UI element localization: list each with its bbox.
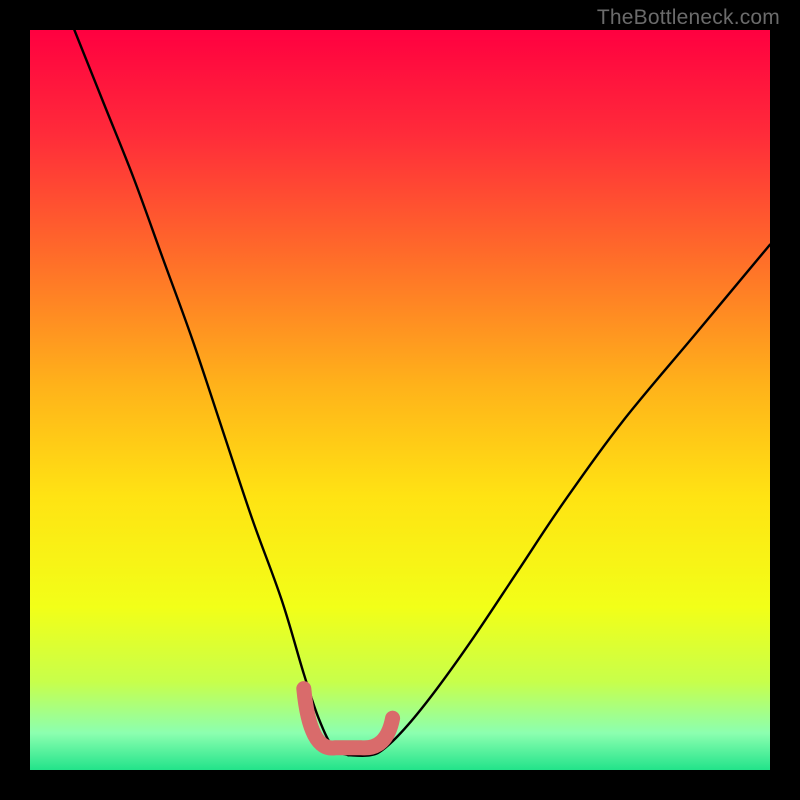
plot-area [30, 30, 770, 770]
curve-right-arm [348, 245, 770, 756]
watermark-label: TheBottleneck.com [597, 6, 780, 30]
bottleneck-curve [30, 30, 770, 770]
chart-frame: TheBottleneck.com [0, 0, 800, 800]
curve-left-arm [74, 30, 348, 755]
optimal-marker [304, 689, 393, 748]
